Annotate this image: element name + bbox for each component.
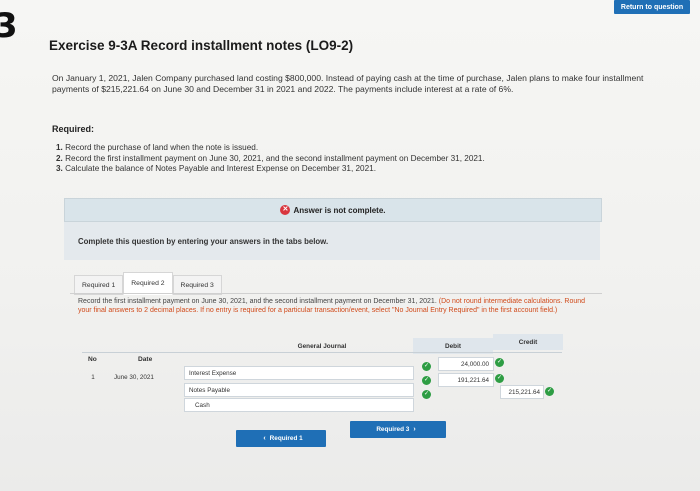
journal-instruction: Record the first installment payment on … xyxy=(78,297,598,315)
tab-required-3[interactable]: Required 3 xyxy=(172,275,222,295)
account-field[interactable]: Notes Payable xyxy=(184,383,414,397)
check-icon: ✓ xyxy=(495,358,504,367)
credit-field[interactable]: 215,221.64 xyxy=(500,385,544,399)
page-number: 3 xyxy=(0,6,18,46)
requirement-text: Calculate the balance of Notes Payable a… xyxy=(65,164,376,173)
debit-field[interactable]: 24,000.00 xyxy=(438,357,494,371)
account-field[interactable]: Interest Expense xyxy=(184,366,414,380)
complete-note: Complete this question by entering your … xyxy=(64,222,600,260)
error-x-icon: ✕ xyxy=(280,205,291,215)
debit-field[interactable]: 191,221.64 xyxy=(438,373,494,387)
prev-button-label: Required 1 xyxy=(269,435,303,442)
problem-statement: On January 1, 2021, Jalen Company purcha… xyxy=(52,73,644,94)
check-icon: ✓ xyxy=(495,374,504,383)
check-icon: ✓ xyxy=(422,376,431,385)
requirements-list: 1. Record the purchase of land when the … xyxy=(56,143,485,175)
check-icon: ✓ xyxy=(545,387,554,396)
check-icon: ✓ xyxy=(422,362,431,371)
prev-required-button[interactable]: ‹ Required 1 xyxy=(236,430,326,447)
requirement-item: 3. Calculate the balance of Notes Payabl… xyxy=(56,164,485,175)
return-to-question-button[interactable]: Return to question xyxy=(614,0,690,14)
next-required-button[interactable]: Required 3 › xyxy=(350,421,446,438)
answer-status-text: Answer is not complete. xyxy=(293,205,386,215)
tab-required-2[interactable]: Required 2 xyxy=(123,272,173,295)
requirement-item: 1. Record the purchase of land when the … xyxy=(56,143,485,154)
no-column-header: No xyxy=(88,355,97,363)
required-tabs: Required 1 Required 2 Required 3 xyxy=(74,272,222,295)
requirement-number: 2. xyxy=(56,153,63,163)
exercise-title: Exercise 9-3A Record installment notes (… xyxy=(49,38,354,53)
entry-date: June 30, 2021 xyxy=(114,374,154,381)
required-heading: Required: xyxy=(52,124,95,134)
entry-number: 1 xyxy=(91,374,95,381)
instruction-text: Record the first installment payment on … xyxy=(78,298,437,305)
requirement-number: 3. xyxy=(56,164,63,173)
tab-required-1[interactable]: Required 1 xyxy=(74,275,124,295)
check-icon: ✓ xyxy=(422,390,431,399)
requirement-text: Record the purchase of land when the not… xyxy=(65,143,259,152)
requirement-number: 1. xyxy=(56,143,63,152)
date-column-header: Date xyxy=(138,355,153,363)
next-button-label: Required 3 xyxy=(376,426,410,433)
account-field[interactable]: Cash xyxy=(184,398,414,412)
chevron-right-icon: › xyxy=(413,426,416,433)
answer-status-banner: ✕ Answer is not complete. xyxy=(64,198,602,222)
chevron-left-icon: ‹ xyxy=(263,435,266,442)
credit-column-header: Credit xyxy=(493,334,563,350)
requirement-item: 2. Record the first installment payment … xyxy=(56,154,485,165)
requirement-text: Record the first installment payment on … xyxy=(65,153,485,163)
